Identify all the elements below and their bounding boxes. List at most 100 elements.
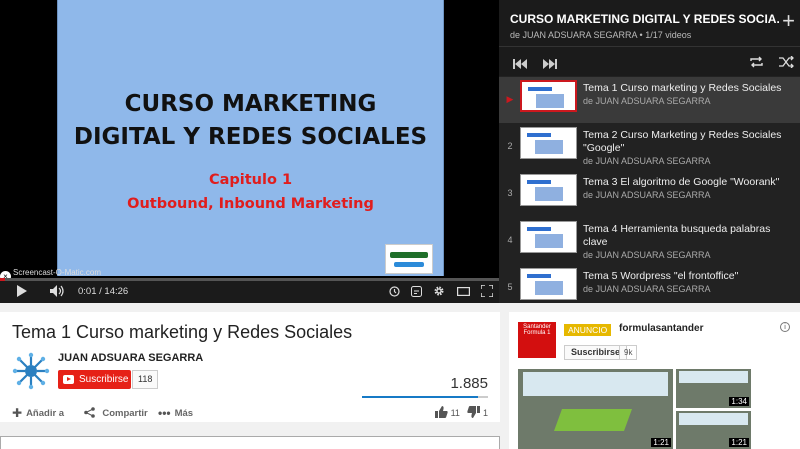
more-label: Más: [174, 408, 194, 419]
ad-thumbnail-2[interactable]: 1:34: [676, 369, 751, 408]
watch-page-body: Tema 1 Curso marketing y Redes Sociales …: [0, 303, 800, 449]
more-dots-icon: •••: [158, 406, 171, 420]
thumbs-down-icon: [467, 406, 483, 418]
fullscreen-icon[interactable]: [480, 281, 494, 303]
slide-subtitle-line1: Capitulo 1: [208, 172, 293, 188]
slide-title-line1: CURSO MARKETING: [124, 91, 377, 117]
share-button[interactable]: Compartir: [84, 406, 148, 420]
playlist-item-title: Tema 2 Curso Marketing y Redes Sociales …: [583, 129, 782, 154]
gear-icon[interactable]: [432, 281, 446, 303]
sentiment-likes: [362, 396, 478, 398]
dislike-button[interactable]: 1: [467, 406, 488, 418]
player-controls: 0:01 / 14:26: [0, 281, 499, 303]
volume-icon[interactable]: [48, 281, 66, 303]
top-region: CURSO MARKETING DIGITAL Y REDES SOCIALES…: [0, 0, 800, 303]
ad-subscribe-button[interactable]: Suscribirse: [564, 345, 628, 360]
ad-thumbnail-main-duration: 1:21: [651, 438, 671, 447]
playlist-item-thumbnail[interactable]: [520, 174, 577, 206]
advertiser-logo-text: Santander Formula 1: [523, 324, 551, 336]
share-icon: [84, 406, 98, 420]
playlist-header: CURSO MARKETING DIGITAL Y REDES SOCIA...…: [499, 0, 800, 46]
playlist-item-author: de JUAN ADSUARA SEGARRA: [583, 96, 711, 106]
slide-subtitle-line2: Outbound, Inbound Marketing: [127, 196, 374, 212]
view-count: 1.885: [450, 375, 488, 392]
playlist-item-title: Tema 4 Herramienta busqueda palabras cla…: [583, 223, 771, 248]
like-button[interactable]: 11: [435, 406, 462, 418]
video-frame[interactable]: CURSO MARKETING DIGITAL Y REDES SOCIALES…: [57, 0, 444, 276]
subscribe-button[interactable]: Suscribirse: [58, 370, 131, 389]
ad-info-icon[interactable]: i: [780, 322, 790, 332]
playlist-item-thumbnail[interactable]: [520, 127, 577, 159]
playlist-item[interactable]: ▶ Tema 1 Curso marketing y Redes Sociales…: [499, 77, 800, 123]
theater-icon[interactable]: [456, 281, 470, 303]
advertiser-logo[interactable]: Santander Formula 1: [518, 322, 556, 358]
watermark-text: Screencast-O-Matic.com: [13, 268, 102, 277]
slide-title-line2: DIGITAL Y REDES SOCIALES: [73, 124, 428, 150]
description-card: [0, 436, 500, 449]
share-label: Compartir: [102, 408, 148, 419]
annotations-icon[interactable]: [410, 281, 422, 303]
playlist-item[interactable]: 5 Tema 5 Wordpress "el frontoffice" de JUA…: [499, 265, 800, 303]
channel-name[interactable]: JUAN ADSUARA SEGARRA: [58, 352, 203, 364]
playlist-item-thumbnail[interactable]: [520, 221, 577, 253]
video-title: Tema 1 Curso marketing y Redes Sociales: [12, 322, 353, 342]
youtube-logo-icon: [63, 375, 74, 384]
playlist-title[interactable]: CURSO MARKETING DIGITAL Y REDES SOCIA...: [510, 12, 780, 26]
playlist-controls: [499, 46, 800, 76]
plus-icon: ✚: [12, 406, 23, 420]
ad-thumbnail-2-duration: 1:34: [729, 397, 749, 406]
like-count: 11: [450, 408, 460, 418]
playlist-panel: CURSO MARKETING DIGITAL Y REDES SOCIA...…: [499, 0, 800, 303]
slide-subtitle: Capitulo 1 Outbound, Inbound Marketing: [58, 168, 443, 216]
playlist-item-index: ▶: [506, 94, 514, 104]
next-icon[interactable]: [543, 56, 557, 74]
like-dislike: 11 1: [435, 406, 488, 418]
ad-thumbnail-3[interactable]: 1:21: [676, 411, 751, 449]
playlist-item-author: de JUAN ADSUARA SEGARRA: [583, 190, 711, 200]
sentiment-bar: [362, 396, 488, 398]
playlist-item-title: Tema 3 El algoritmo de Google "Woorank": [583, 176, 780, 188]
clock-icon[interactable]: [388, 281, 400, 303]
playlist-item-index: 2: [507, 141, 513, 151]
video-info-card: Tema 1 Curso marketing y Redes Sociales …: [0, 312, 500, 422]
slide-title: CURSO MARKETING DIGITAL Y REDES SOCIALES: [58, 88, 443, 154]
channel-avatar[interactable]: [12, 352, 50, 390]
shuffle-icon[interactable]: [779, 55, 794, 73]
playlist-item[interactable]: 4 Tema 4 Herramienta busqueda palabras cl…: [499, 218, 800, 264]
time-display: 0:01 / 14:26: [78, 286, 129, 297]
play-icon[interactable]: [14, 281, 30, 303]
ad-badge: ANUNCIO: [564, 324, 612, 336]
thumbs-up-icon: [435, 406, 451, 418]
playlist-item-title: Tema 5 Wordpress "el frontoffice": [583, 270, 739, 282]
duration: 14:26: [104, 286, 129, 297]
video-player[interactable]: CURSO MARKETING DIGITAL Y REDES SOCIALES…: [0, 0, 499, 303]
add-to-button[interactable]: ✚ Añadir a: [12, 406, 64, 420]
previous-icon[interactable]: [513, 56, 527, 74]
add-icon[interactable]: +: [782, 8, 795, 34]
subscribe-label: Suscribirse: [79, 374, 129, 385]
current-time: 0:01: [78, 286, 97, 297]
playlist-item-author: de JUAN ADSUARA SEGARRA: [583, 156, 711, 166]
playlist-item-title: Tema 1 Curso marketing y Redes Sociales: [583, 82, 782, 94]
playlist-item[interactable]: 3 Tema 3 El algoritmo de Google "Woorank"…: [499, 171, 800, 217]
ad-subscriber-count: 9k: [619, 345, 638, 360]
more-button[interactable]: ••• Más: [158, 406, 193, 420]
playlist-item-author: de JUAN ADSUARA SEGARRA: [583, 250, 711, 260]
playlist-item-index: 4: [507, 235, 513, 245]
add-to-label: Añadir a: [26, 408, 65, 419]
playlist-item[interactable]: 2 Tema 2 Curso Marketing y Redes Sociales…: [499, 124, 800, 170]
playlist-item-thumbnail[interactable]: [520, 268, 577, 300]
playlist-item-thumbnail[interactable]: [520, 80, 577, 112]
ad-thumbnail-main[interactable]: 1:21: [518, 369, 673, 449]
loop-icon[interactable]: [749, 55, 764, 73]
dislike-count: 1: [482, 408, 488, 418]
subscriber-count: 118: [132, 370, 159, 389]
playlist-item-index: 5: [507, 282, 513, 292]
ad-thumbnail-3-duration: 1:21: [729, 438, 749, 447]
playlist-item-author: de JUAN ADSUARA SEGARRA: [583, 284, 711, 294]
playlist-item-index: 3: [507, 188, 513, 198]
playlist-meta: de JUAN ADSUARA SEGARRA • 1/17 videos: [510, 30, 692, 40]
slide-logo: [385, 244, 433, 274]
advertiser-name[interactable]: formulasantander: [619, 323, 703, 334]
ad-panel: Santander Formula 1 ANUNCIO formulasanta…: [509, 312, 800, 449]
